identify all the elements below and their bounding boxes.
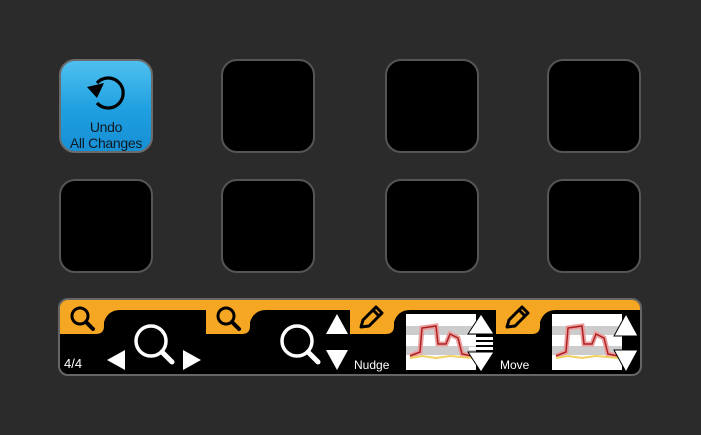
zoom-left-arrow-icon[interactable]	[104, 348, 128, 372]
undo-button-label: Undo All Changes	[69, 119, 143, 151]
vertical-zoom-tab-search-icon	[216, 306, 241, 331]
zoom-right-arrow-icon[interactable]	[180, 348, 204, 372]
undo-all-changes-button[interactable]: Undo All Changes	[59, 59, 153, 153]
nudge-label: Nudge	[354, 358, 390, 372]
empty-key-4[interactable]	[59, 179, 153, 273]
empty-key-2[interactable]	[385, 59, 479, 153]
undo-arrow-icon	[87, 76, 125, 110]
zoom-tab-search-icon	[70, 306, 95, 331]
empty-key-7[interactable]	[547, 179, 641, 273]
vertical-zoom-search-icon	[280, 324, 321, 365]
nudge-tab-pencil-icon	[359, 305, 384, 329]
page-indicator: 4/4	[64, 356, 83, 371]
touch-strip[interactable]: 4/4 Nudge Move	[58, 298, 642, 376]
empty-key-3[interactable]	[547, 59, 641, 153]
empty-key-1[interactable]	[221, 59, 315, 153]
zoom-up-arrow-icon[interactable]	[324, 312, 350, 336]
zoom-down-arrow-icon[interactable]	[324, 348, 350, 372]
nudge-updown-arrows-icon[interactable]	[466, 312, 496, 374]
move-updown-arrows-icon[interactable]	[612, 312, 640, 374]
move-tab-pencil-icon	[505, 305, 530, 329]
zoom-search-icon	[134, 324, 175, 365]
move-label: Move	[500, 358, 530, 372]
empty-key-5[interactable]	[221, 179, 315, 273]
empty-key-6[interactable]	[385, 179, 479, 273]
